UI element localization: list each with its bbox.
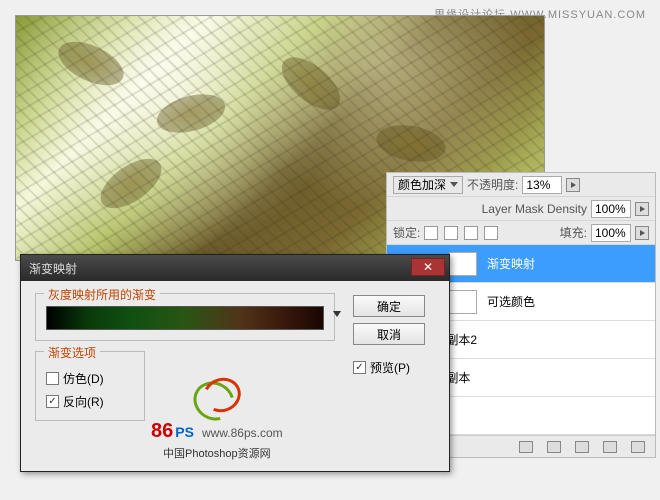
opacity-slider-button[interactable]: [566, 178, 580, 192]
adjustment-layer-icon[interactable]: [603, 441, 617, 453]
dialog-titlebar[interactable]: 渐变映射 ✕: [21, 255, 449, 281]
fill-input[interactable]: 100%: [591, 224, 631, 242]
lock-position-icon[interactable]: [464, 226, 478, 240]
mask-thumbnail[interactable]: [449, 252, 477, 276]
density-label: Layer Mask Density: [482, 202, 587, 216]
lock-pixels-icon[interactable]: [444, 226, 458, 240]
opacity-label: 不透明度:: [467, 176, 518, 193]
close-icon[interactable]: ✕: [411, 258, 445, 276]
blend-mode-select[interactable]: 颜色加深: [393, 176, 463, 194]
lock-all-icon[interactable]: [484, 226, 498, 240]
layer-style-icon[interactable]: [547, 441, 561, 453]
dither-checkbox[interactable]: 仿色(D): [46, 370, 104, 387]
ok-button[interactable]: 确定: [353, 295, 425, 317]
watermark-logo: 86 PS www.86ps.com 中国Photoshop资源网: [151, 378, 283, 461]
density-slider-button[interactable]: [635, 202, 649, 216]
cancel-button[interactable]: 取消: [353, 323, 425, 345]
fill-label: 填充:: [560, 224, 587, 241]
gradient-map-dialog: 渐变映射 ✕ 灰度映射所用的渐变 渐变选项 仿色(D) ✓反向(R) 确定 取消…: [20, 254, 450, 472]
layer-name: 渐变映射: [487, 255, 535, 272]
gradient-preview[interactable]: [46, 306, 324, 330]
layer-name: 可选颜色: [487, 293, 535, 310]
opacity-input[interactable]: 13%: [522, 176, 562, 194]
lock-transparency-icon[interactable]: [424, 226, 438, 240]
reverse-checkbox[interactable]: ✓反向(R): [46, 393, 104, 410]
gradient-group-label: 灰度映射所用的渐变: [44, 286, 160, 303]
preview-checkbox[interactable]: ✓预览(P): [353, 359, 410, 376]
dialog-title: 渐变映射: [29, 260, 77, 277]
density-input[interactable]: 100%: [591, 200, 631, 218]
fill-slider-button[interactable]: [635, 226, 649, 240]
layer-mask-icon[interactable]: [575, 441, 589, 453]
link-layers-icon[interactable]: [519, 441, 533, 453]
chevron-down-icon[interactable]: [333, 311, 341, 317]
lock-label: 锁定:: [393, 224, 420, 241]
logo-swirl-icon: [187, 378, 247, 418]
lock-icons: [424, 226, 498, 240]
options-group-label: 渐变选项: [44, 344, 100, 361]
mask-thumbnail[interactable]: [449, 290, 477, 314]
group-icon[interactable]: [631, 441, 645, 453]
